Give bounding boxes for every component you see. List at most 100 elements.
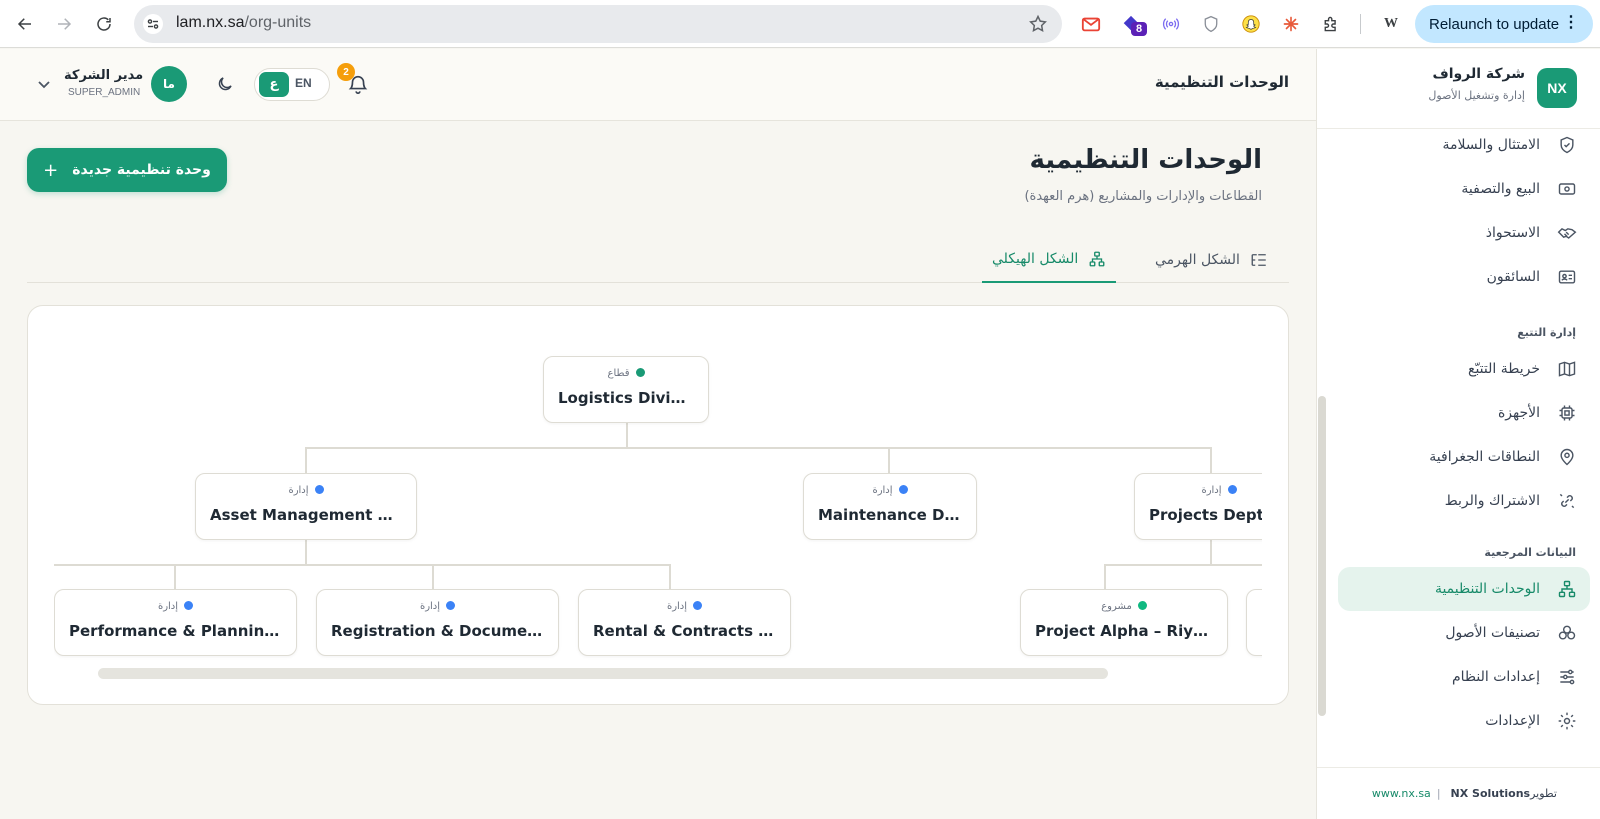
section-heading-tracking: إدارة التتبع <box>1517 326 1576 339</box>
language-toggle[interactable]: ع EN <box>254 68 330 101</box>
toolbar-divider <box>1360 14 1361 34</box>
sidebar-item-compliance[interactable]: الامتثال والسلامة <box>1338 123 1590 167</box>
sidebar-item-label: الأجهزة <box>1497 405 1540 421</box>
sidebar-item-tracking-map[interactable]: خريطة التتبّع <box>1338 347 1590 391</box>
reload-icon[interactable] <box>90 10 118 38</box>
avatar[interactable]: ما <box>151 66 187 102</box>
org-node[interactable]: إدارة Registration & Documentation Unit <box>316 589 559 656</box>
connector-line <box>669 564 671 590</box>
moon-icon[interactable] <box>216 75 234 93</box>
sliders-icon <box>1556 666 1578 688</box>
snapchat-extension-icon[interactable] <box>1240 13 1262 35</box>
forward-icon[interactable] <box>50 10 78 38</box>
sidebar-item-settings[interactable]: الإعدادات <box>1338 699 1590 743</box>
plus-icon: + <box>43 159 59 181</box>
handshake-icon <box>1556 222 1578 244</box>
gmail-extension-icon[interactable] <box>1080 13 1102 35</box>
org-node[interactable]: مشروع Project Alpha – Riyadh <box>1020 589 1228 656</box>
sidebar-item-sales[interactable]: البيع والتصفية <box>1338 167 1590 211</box>
browser-toolbar: lam.nx.sa/org-units 8 W Relaunch to upda… <box>0 0 1600 48</box>
sidebar-item-acquisition[interactable]: الاستحواذ <box>1338 211 1590 255</box>
org-node[interactable]: إدارة Maintenance Dept <box>803 473 977 540</box>
connector-line <box>626 422 628 448</box>
connector-line <box>432 564 434 590</box>
new-button-label: وحدة تنظيمية جديدة <box>72 162 211 178</box>
org-node[interactable]: إدارة Projects Dept <box>1134 473 1262 540</box>
sidebar-item-label: إعدادات النظام <box>1451 669 1540 685</box>
org-chart-viewport[interactable]: قطاع Logistics Division إدارة Asset Mana… <box>54 306 1262 706</box>
menu-dots-icon[interactable]: ⋮ <box>1563 15 1579 31</box>
org-node[interactable]: إدارة Rental & Contracts Unit <box>578 589 791 656</box>
page-title: الوحدات التنظيمية <box>1029 145 1262 175</box>
tab-structure[interactable]: الشكل الهيكلي <box>982 237 1117 283</box>
address-bar[interactable]: lam.nx.sa/org-units <box>134 5 1062 43</box>
connector-line <box>305 447 1212 449</box>
sidebar-item-asset-categories[interactable]: تصنيفات الأصول <box>1338 611 1590 655</box>
connector-line <box>1104 564 1106 590</box>
horizontal-scrollbar[interactable] <box>98 668 1108 679</box>
status-dot <box>1137 601 1147 610</box>
site-settings-icon[interactable] <box>143 14 163 34</box>
sidebar-item-drivers[interactable]: السائقون <box>1338 255 1590 299</box>
relaunch-button[interactable]: Relaunch to update ⋮ <box>1415 5 1593 43</box>
sidebar-scrollbar[interactable] <box>1318 396 1326 716</box>
status-dot <box>446 601 456 610</box>
node-type: إدارة <box>804 485 976 496</box>
sidebar-item-geofences[interactable]: النطاقات الجغرافية <box>1338 435 1590 479</box>
sidebar-item-org-units[interactable]: الوحدات التنظيمية <box>1338 567 1590 611</box>
org-node[interactable]: إدارة Performance & Planning Unit <box>54 589 297 656</box>
lang-ar-option[interactable]: ع <box>259 72 289 97</box>
connector-line <box>305 447 307 473</box>
sidebar-item-label: خريطة التتبّع <box>1468 361 1540 377</box>
sidebar-item-subscriptions[interactable]: الاشتراك والربط <box>1338 479 1590 523</box>
claude-extension-icon[interactable] <box>1280 13 1302 35</box>
sidebar-item-label: البيع والتصفية <box>1461 181 1540 197</box>
connector-line <box>888 447 890 473</box>
connector-line <box>1104 564 1262 566</box>
sidebar-item-label: الامتثال والسلامة <box>1442 137 1540 153</box>
org-node[interactable]: إدارة Asset Management Dept <box>195 473 417 540</box>
lang-en-option[interactable]: EN <box>295 76 312 90</box>
new-org-unit-button[interactable]: وحدة تنظيمية جديدة + <box>27 148 227 192</box>
connector-line <box>54 564 671 566</box>
brand-logo[interactable]: NX <box>1537 68 1577 108</box>
extensions-puzzle-icon[interactable] <box>1320 13 1342 35</box>
chevron-down-icon[interactable] <box>36 76 52 92</box>
list-tree-icon <box>1251 254 1266 266</box>
node-type: إدارة <box>196 485 416 496</box>
gear-icon <box>1556 710 1578 732</box>
user-name[interactable]: مدير الشركة <box>64 68 143 83</box>
shield-extension-icon[interactable] <box>1200 13 1222 35</box>
broadcast-extension-icon[interactable] <box>1160 13 1182 35</box>
purple-extension-icon[interactable]: 8 <box>1120 13 1147 36</box>
sidebar-item-system-settings[interactable]: إعدادات النظام <box>1338 655 1590 699</box>
wikipedia-extension-icon[interactable]: W <box>1380 13 1402 35</box>
sidebar-item-label: النطاقات الجغرافية <box>1429 449 1540 465</box>
connector-line <box>174 564 176 590</box>
node-name: Logistics Division <box>558 389 694 407</box>
sidebar-item-label: السائقون <box>1486 269 1540 285</box>
sidebar-item-devices[interactable]: الأجهزة <box>1338 391 1590 435</box>
status-dot <box>635 368 645 377</box>
url-text: lam.nx.sa/org-units <box>176 14 312 31</box>
node-type: مشروع <box>1021 601 1227 612</box>
map-icon <box>1556 358 1578 380</box>
status-dot <box>693 601 703 610</box>
footer-separator: | <box>1436 787 1441 800</box>
node-name: Rental & Contracts Unit <box>593 622 776 640</box>
cpu-icon <box>1556 402 1578 424</box>
footer-link[interactable]: www.nx.sa <box>1372 787 1431 800</box>
node-type: إدارة <box>317 601 558 612</box>
view-tabs: الشكل الهيكلي الشكل الهرمي <box>27 237 1289 283</box>
relaunch-label: Relaunch to update <box>1429 15 1560 33</box>
back-icon[interactable] <box>11 10 39 38</box>
tab-hierarchy[interactable]: الشكل الهرمي <box>1145 237 1278 283</box>
node-name: Performance & Planning Unit <box>69 622 282 640</box>
node-type: إدارة <box>579 601 790 612</box>
bookmark-star-icon[interactable] <box>1028 14 1048 34</box>
brand-block: NX شركة الرواف إدارة وتشغيل الأصول <box>1317 49 1600 129</box>
org-node-partial[interactable] <box>1246 589 1262 656</box>
connector-line <box>1210 539 1212 565</box>
status-dot <box>898 485 908 494</box>
org-node-root[interactable]: قطاع Logistics Division <box>543 356 709 423</box>
